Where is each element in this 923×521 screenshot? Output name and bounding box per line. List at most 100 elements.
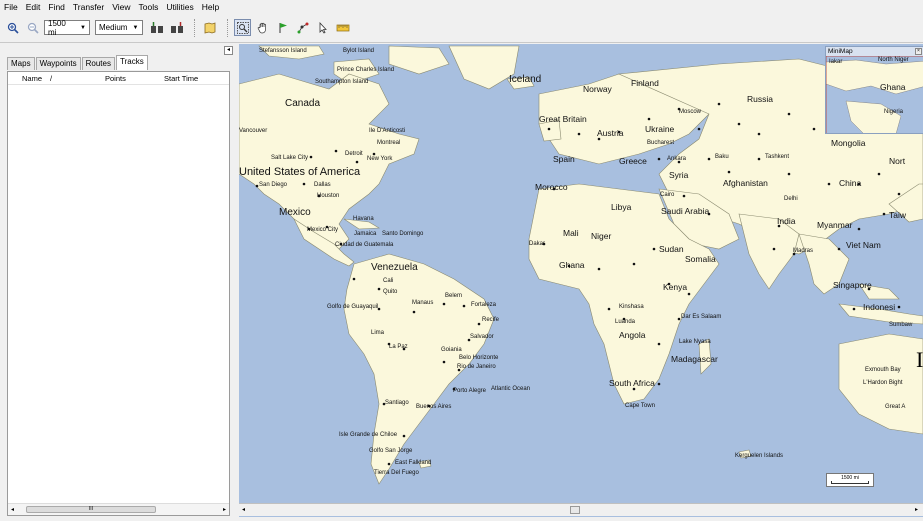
map-label: Quito: [383, 289, 398, 295]
map-label: Golfo de Guayaquil: [327, 304, 379, 310]
map-label: Ciudad de Guatemala: [335, 242, 394, 248]
map-label: Ankara: [667, 156, 687, 162]
column-header-start-time[interactable]: Start Time: [164, 74, 198, 83]
panel-close-button[interactable]: ◂: [224, 46, 233, 55]
map-label: Indonesi: [863, 302, 896, 312]
scrollbar-thumb[interactable]: [570, 506, 580, 514]
scroll-left-icon[interactable]: ◂: [242, 506, 245, 513]
toolbar-separator: [227, 18, 228, 37]
map-label: Belo Horizonte: [459, 355, 499, 361]
app-window: File Edit Find Transfer View Tools Utili…: [0, 0, 923, 521]
column-header-points[interactable]: Points: [105, 74, 126, 83]
map-label: Salt Lake City: [271, 155, 309, 161]
map-label: Manaus: [412, 300, 434, 306]
tracks-list[interactable]: Name / Points Start Time ◂ III ▸: [7, 71, 230, 516]
close-icon[interactable]: ×: [915, 48, 922, 55]
map-label: Mexico: [279, 207, 311, 218]
map-label: Baku: [715, 154, 729, 160]
menu-view[interactable]: View: [112, 2, 130, 12]
map-label: Rio de Janeiro: [457, 364, 496, 370]
menu-find[interactable]: Find: [48, 2, 65, 12]
menu-help[interactable]: Help: [202, 2, 219, 12]
minimap-label: Nigeria: [884, 109, 904, 115]
menu-utilities[interactable]: Utilities: [166, 2, 193, 12]
sort-indicator: /: [50, 74, 53, 83]
map-label: East Falkland: [395, 460, 432, 466]
tab-maps[interactable]: Maps: [7, 57, 35, 70]
minimap-label: North Niger: [878, 57, 909, 63]
map-label: Viet Nam: [846, 240, 881, 250]
map-label: Canada: [285, 98, 321, 109]
menu-edit[interactable]: Edit: [26, 2, 41, 12]
map-label: New York: [367, 156, 393, 162]
scroll-right-icon[interactable]: ▸: [915, 506, 918, 513]
column-header-name[interactable]: Name: [22, 74, 42, 83]
map-label: Belem: [445, 293, 463, 299]
map-label: Great Britain: [539, 114, 587, 124]
menu-tools[interactable]: Tools: [139, 2, 159, 12]
map-label: Kenya: [663, 282, 688, 292]
map-label: Jamaica: [354, 231, 377, 237]
map-label: San Diego: [259, 182, 288, 188]
receive-icon[interactable]: [148, 19, 165, 36]
scrollbar-thumb[interactable]: III: [26, 506, 156, 513]
map-label: Atlantic Ocean: [491, 386, 531, 392]
map-label: Madagascar: [671, 354, 718, 364]
tab-waypoints[interactable]: Waypoints: [35, 57, 81, 70]
overflow-glyph: I: [916, 347, 923, 372]
map-label: Nort: [889, 156, 906, 166]
map-label: Finland: [631, 78, 659, 88]
scale-bar: 1500 mi: [826, 473, 874, 487]
map-label: Mexico City: [307, 227, 339, 233]
map-label: Bylot Island: [343, 48, 375, 54]
zoom-tool-icon[interactable]: [234, 19, 251, 36]
tab-routes[interactable]: Routes: [81, 57, 115, 70]
waypoint-flag-icon[interactable]: [274, 19, 291, 36]
ruler-tool-icon[interactable]: [334, 19, 351, 36]
minimap[interactable]: MiniMap × Iakar North Niger Ghana Nigeri…: [825, 46, 923, 134]
map-label: Great A: [885, 404, 906, 410]
map-label: Goiania: [441, 347, 462, 353]
zoom-in-icon[interactable]: [4, 19, 21, 36]
map-label: Havana: [353, 216, 374, 222]
map-label: Lima: [371, 330, 385, 336]
map-label: Russia: [747, 94, 773, 104]
map-horizontal-scrollbar[interactable]: ◂ ▸: [239, 503, 923, 516]
map-label: Detroit: [345, 151, 363, 157]
map-label: Dallas: [314, 182, 331, 188]
map-label: Moscow: [679, 109, 702, 115]
detail-level-select[interactable]: Medium ▼: [95, 20, 143, 35]
menu-file[interactable]: File: [4, 2, 18, 12]
map-icon[interactable]: [201, 19, 218, 36]
route-tool-icon[interactable]: [294, 19, 311, 36]
map-label: Spain: [553, 154, 575, 164]
zoom-out-icon[interactable]: [24, 19, 41, 36]
scroll-left-icon[interactable]: ◂: [11, 506, 14, 513]
map-label: Sumbaw: [889, 322, 913, 328]
map-label: Ukraine: [645, 124, 675, 134]
map-label: Syria: [669, 170, 689, 180]
map-label: Santo Domingo: [382, 231, 424, 237]
map-label: Santiago: [385, 400, 409, 406]
scroll-right-icon[interactable]: ▸: [223, 506, 226, 513]
map-label: Exmouth Bay: [865, 367, 901, 373]
minimap-label: Iakar: [829, 59, 843, 65]
menu-transfer[interactable]: Transfer: [73, 2, 104, 12]
list-header: Name / Points Start Time: [8, 72, 229, 85]
map-label: Angola: [619, 330, 646, 340]
map-label: Prince Charles Island: [337, 67, 395, 73]
hand-tool-icon[interactable]: [254, 19, 271, 36]
map-label: Myanmar: [817, 220, 853, 230]
map-view[interactable]: Stefansson Island Bylot Island Prince Ch…: [239, 44, 923, 517]
list-horizontal-scrollbar[interactable]: ◂ III ▸: [8, 503, 229, 515]
map-label: Sudan: [659, 244, 684, 254]
map-label: Salvador: [470, 334, 494, 340]
send-icon[interactable]: [168, 19, 185, 36]
tab-tracks[interactable]: Tracks: [115, 55, 148, 70]
map-label: Madras: [793, 248, 814, 254]
map-label: Saudi Arabia: [661, 206, 710, 216]
zoom-level-select[interactable]: 1500 mi ▼: [44, 19, 90, 37]
chevron-down-icon: ▼: [80, 24, 86, 31]
map-label: United States of America: [239, 166, 361, 178]
select-tool-icon[interactable]: [314, 19, 331, 36]
